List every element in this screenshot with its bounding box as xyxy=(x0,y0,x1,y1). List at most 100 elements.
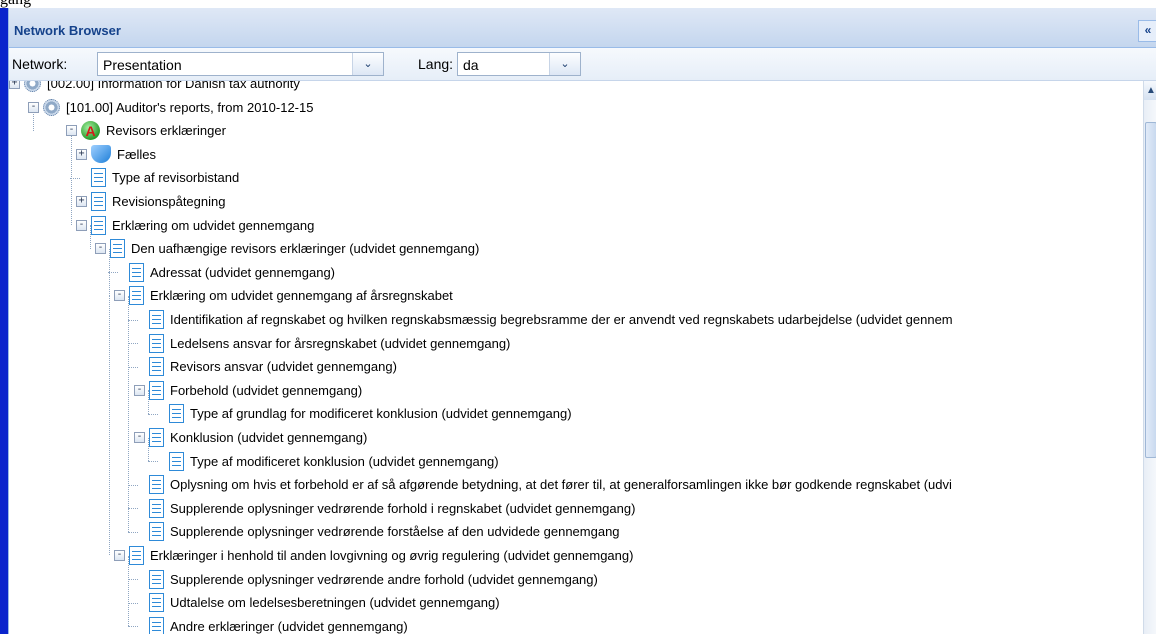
tree-node[interactable]: Udtalelse om ledelsesberetningen (udvide… xyxy=(134,591,500,614)
doc-icon xyxy=(149,569,164,589)
doc-icon xyxy=(91,192,106,211)
tree-node-label: [002.00] Information for Danish tax auth… xyxy=(47,81,300,91)
tree-node-label: Udtalelse om ledelsesberetningen (udvide… xyxy=(170,595,500,611)
tree-node-label: Supplerende oplysninger vedrørende forho… xyxy=(170,500,636,516)
collapse-node-icon[interactable]: - xyxy=(134,384,145,396)
doc-icon xyxy=(129,262,144,282)
tree-node[interactable]: Ledelsens ansvar for årsregnskabet (udvi… xyxy=(134,332,510,355)
doc-icon xyxy=(149,593,164,613)
tree-node[interactable]: Revisors ansvar (udvidet gennemgang) xyxy=(134,355,397,378)
doc-icon xyxy=(129,286,144,306)
tree-node-label: Erklæring om udvidet gennemgang xyxy=(112,217,315,233)
tree-node-label: Den uafhængige revisors erklæringer (udv… xyxy=(131,241,480,257)
doc-icon xyxy=(149,498,164,518)
doc-icon xyxy=(149,428,164,447)
lang-select-value: da xyxy=(463,57,479,73)
tree-node[interactable]: Type af grundlag for modificeret konklus… xyxy=(154,402,572,425)
tree-node[interactable]: Oplysning om hvis et forbehold er af så … xyxy=(134,473,952,496)
tree-connector-line xyxy=(109,295,110,556)
tree-node-label: [101.00] Auditor's reports, from 2010-12… xyxy=(66,99,314,115)
tree-node[interactable]: - A Revisors erklæringer xyxy=(66,119,226,142)
doc-icon xyxy=(149,310,164,329)
role-icon: A xyxy=(81,121,100,141)
network-select[interactable]: Presentation ⌄ xyxy=(97,52,384,76)
doc-icon xyxy=(149,380,164,400)
collapse-node-icon[interactable]: - xyxy=(66,125,77,137)
network-browser-panel: Network Browser « Network: Presentation … xyxy=(8,8,1156,634)
shield-icon xyxy=(91,145,111,164)
doc-icon xyxy=(91,168,106,188)
tree-node[interactable]: - Erklæring om udvidet gennemgang xyxy=(76,214,314,237)
tree-node-label: Adressat (udvidet gennemgang) xyxy=(150,264,336,280)
tree-node-label: Fælles xyxy=(117,146,157,162)
doc-icon xyxy=(149,333,164,353)
tree-node[interactable]: Andre erklæringer (udvidet gennemgang) xyxy=(134,615,408,634)
doc-icon xyxy=(149,616,164,634)
tree-node-label: Type af modificeret konklusion (udvidet … xyxy=(190,453,499,469)
expand-icon[interactable]: + xyxy=(76,196,87,207)
chevron-down-icon[interactable]: ⌄ xyxy=(352,53,383,75)
network-select-value: Presentation xyxy=(103,57,182,73)
network-label: Network: xyxy=(12,56,68,72)
collapse-node-icon[interactable]: - xyxy=(114,290,125,302)
tree-node-label: Erklæringer i henhold til anden lovgivni… xyxy=(150,548,634,563)
panel-header: Network Browser « xyxy=(9,8,1156,48)
doc-icon xyxy=(149,475,164,495)
tree-node-label: Erklæring om udvidet gennemgang af årsre… xyxy=(150,288,453,304)
cropped-page-text: gang xyxy=(0,0,1156,8)
tree-node[interactable]: Supplerende oplysninger vedrørende forho… xyxy=(134,497,635,520)
tree-node[interactable]: Supplerende oplysninger vedrørende forst… xyxy=(134,520,620,543)
collapse-icon[interactable]: « xyxy=(1138,20,1156,42)
tree-node[interactable]: Adressat (udvidet gennemgang) xyxy=(114,261,335,284)
doc-icon xyxy=(110,239,125,259)
gear-icon xyxy=(43,98,60,116)
tree-node-label: Type af grundlag for modificeret konklus… xyxy=(190,406,572,422)
expand-icon[interactable]: + xyxy=(9,81,20,89)
doc-icon xyxy=(169,451,184,471)
doc-icon xyxy=(169,404,184,424)
tree-node[interactable]: Identifikation af regnskabet og hvilken … xyxy=(134,308,953,331)
doc-icon xyxy=(129,546,144,565)
tree-node-label: Konklusion (udvidet gennemgang) xyxy=(170,430,368,445)
tree-node[interactable]: - Erklæringer i henhold til anden lovgivn… xyxy=(114,544,633,567)
lang-label: Lang: xyxy=(418,56,454,72)
tree-node-label: Revisors ansvar (udvidet gennemgang) xyxy=(170,359,397,375)
tree-node-label: Supplerende oplysninger vedrørende andre… xyxy=(170,571,598,587)
tree-node[interactable]: + Fælles xyxy=(76,143,156,166)
tree-node-label: Andre erklæringer (udvidet gennemgang) xyxy=(170,618,408,634)
tree-node[interactable]: + [002.00] Information for Danish tax aut… xyxy=(9,81,300,95)
tree-node[interactable]: - Erklæring om udvidet gennemgang af årsr… xyxy=(114,284,453,307)
collapse-node-icon[interactable]: - xyxy=(28,101,39,113)
vertical-scrollbar[interactable]: ▲ xyxy=(1143,81,1156,634)
tree-node[interactable]: Supplerende oplysninger vedrørende andre… xyxy=(134,568,598,591)
tree-node-label: Supplerende oplysninger vedrørende forst… xyxy=(170,524,620,540)
panel-title: Network Browser xyxy=(14,23,121,38)
collapse-node-icon[interactable]: - xyxy=(114,550,125,561)
scroll-up-icon[interactable]: ▲ xyxy=(1144,81,1156,100)
tree-node[interactable]: Type af revisorbistand xyxy=(76,166,239,189)
tree-node[interactable]: - Den uafhængige revisors erklæringer (ud… xyxy=(95,237,479,260)
tree-node[interactable]: + Revisionspåtegning xyxy=(76,190,225,213)
tree-node[interactable]: Type af modificeret konklusion (udvidet … xyxy=(154,450,499,473)
tree-node[interactable]: - [101.00] Auditor's reports, from 2010-1… xyxy=(28,96,313,119)
chevron-down-icon[interactable]: ⌄ xyxy=(549,53,580,75)
tree-node-label: Type af revisorbistand xyxy=(112,170,240,186)
tree-node-label: Oplysning om hvis et forbehold er af så … xyxy=(170,477,952,493)
scroll-thumb[interactable] xyxy=(1145,122,1156,458)
tree-node[interactable]: - Forbehold (udvidet gennemgang) xyxy=(134,379,362,402)
tree-node[interactable]: - Konklusion (udvidet gennemgang) xyxy=(134,426,367,449)
tree-node-label: Identifikation af regnskabet og hvilken … xyxy=(170,312,953,327)
left-border xyxy=(0,8,8,634)
tree-node-label: Forbehold (udvidet gennemgang) xyxy=(170,382,363,398)
expand-icon[interactable]: + xyxy=(76,148,87,160)
lang-select[interactable]: da ⌄ xyxy=(457,52,581,76)
collapse-node-icon[interactable]: - xyxy=(134,432,145,443)
collapse-node-icon[interactable]: - xyxy=(76,219,87,231)
doc-icon xyxy=(149,522,164,542)
collapse-node-icon[interactable]: - xyxy=(95,243,106,255)
tree-node-label: Revisors erklæringer xyxy=(106,123,226,139)
gear-icon xyxy=(24,81,41,92)
tree-node-label: Revisionspåtegning xyxy=(112,194,226,209)
tree-node-label: Ledelsens ansvar for årsregnskabet (udvi… xyxy=(170,335,511,351)
doc-icon xyxy=(149,357,164,377)
